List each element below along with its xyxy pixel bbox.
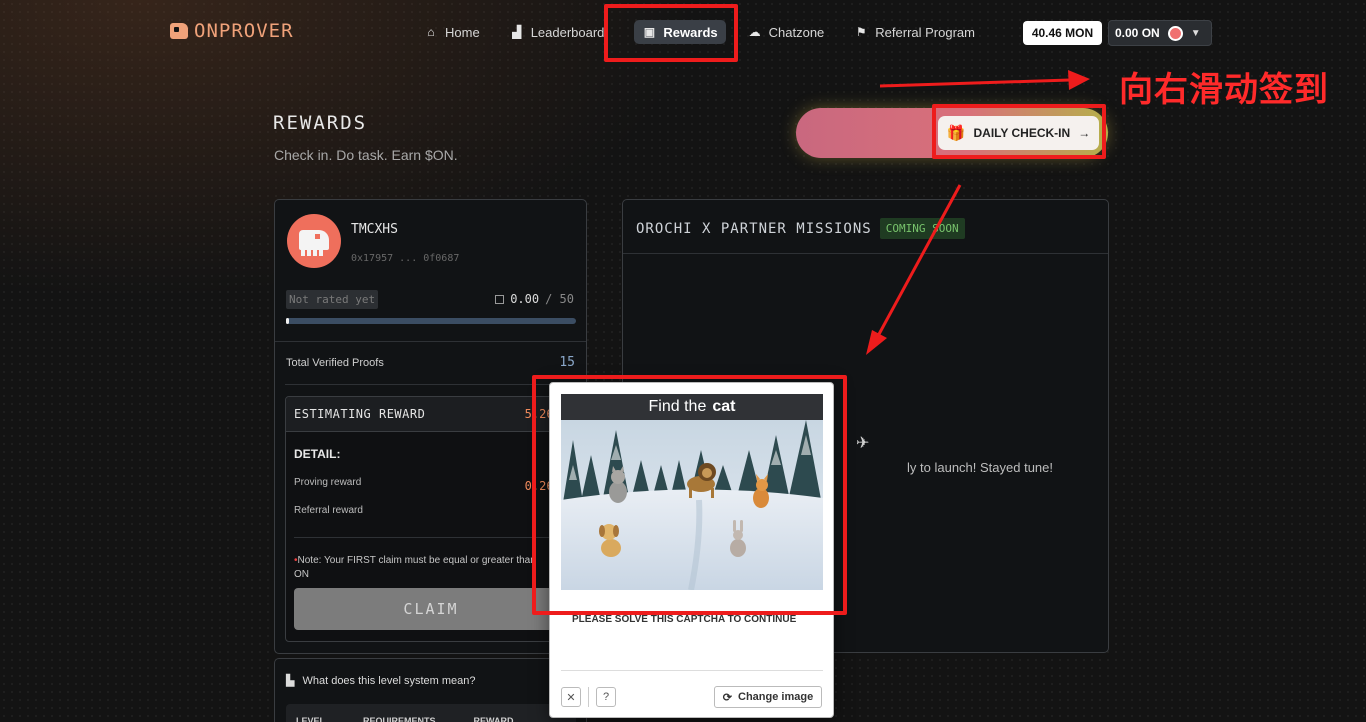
estimate-reward-panel: ESTIMATING REWARD 5.2678 DETAIL: Proving… — [285, 396, 577, 642]
detail-title: DETAIL: — [294, 447, 341, 461]
skull-eye — [315, 234, 320, 239]
drone-icon: ✈ — [856, 435, 870, 452]
divider — [588, 687, 589, 707]
flag-icon: ⚑ — [855, 25, 867, 39]
divider — [561, 670, 823, 671]
estimate-title: ESTIMATING REWARD — [294, 407, 426, 421]
help-button[interactable]: ? — [596, 687, 616, 707]
column-reward: REWARD — [473, 716, 514, 722]
top-nav: ⌂ Home ▟ Leaderboard ▣ Rewards ☁ Chatzon… — [424, 20, 1005, 44]
user-avatar — [287, 214, 341, 268]
level-question[interactable]: ▙ What does this level system mean? — [286, 674, 476, 688]
proving-reward-label: Proving reward — [294, 477, 362, 488]
progress-value: 0.00 — [510, 292, 540, 306]
nav-rewards[interactable]: ▣ Rewards — [634, 20, 726, 44]
divider — [275, 341, 586, 342]
column-requirements: REQUIREMENTS — [363, 716, 436, 722]
note-text: Note: Your FIRST claim must be equal or … — [297, 555, 536, 566]
nav-home-label: Home — [445, 24, 480, 40]
captcha-target: cat — [712, 398, 736, 415]
nav-home[interactable]: ⌂ Home — [424, 20, 480, 44]
level-table-header: LEVEL REQUIREMENTS REWARD — [286, 704, 576, 722]
nav-leaderboard-label: Leaderboard — [530, 24, 605, 40]
logo-text: ONPROVER — [194, 20, 294, 42]
divider — [285, 384, 577, 385]
wallet-menu[interactable]: 0.00 ON ▼ — [1108, 20, 1212, 46]
chat-icon: ☁ — [748, 25, 761, 39]
change-image-label: Change image — [738, 691, 814, 703]
note-suffix: ON — [294, 569, 309, 580]
on-balance: 0.00 ON — [1115, 26, 1160, 40]
captcha-prompt: Find the cat — [561, 394, 823, 420]
arrow-right-icon: → — [1078, 126, 1091, 140]
estimate-header: ESTIMATING REWARD 5.2678 — [286, 397, 576, 432]
level-system-card: ▙ What does this level system mean? LEVE… — [274, 658, 587, 722]
divider — [294, 537, 570, 538]
claim-note: •Note: Your FIRST claim must be equal or… — [294, 554, 564, 582]
mon-balance[interactable]: 40.46 MON — [1023, 21, 1102, 45]
ticket-icon: ▣ — [643, 25, 656, 39]
nav-referral-label: Referral Program — [875, 24, 975, 40]
wallet-avatar — [1167, 25, 1183, 41]
username: TMCXHS — [351, 222, 398, 237]
refresh-icon: ⟳ — [722, 691, 733, 704]
progress-bar — [286, 318, 576, 324]
progress-fill — [286, 318, 289, 324]
logo[interactable]: ONPROVER — [170, 20, 294, 42]
skull-teeth — [301, 250, 325, 256]
nav-referral[interactable]: ⚑ Referral Program — [854, 20, 975, 44]
gift-icon: 🎁 — [946, 125, 966, 142]
wallet-address[interactable]: 0x17957 ... 0f0687 — [351, 253, 459, 264]
progress-readout: 0.00 / 50 — [495, 292, 574, 306]
captcha-status: PLEASE SOLVE THIS CAPTCHA TO CONTINUE — [572, 614, 797, 625]
captcha-prompt-text: Find the — [648, 398, 707, 415]
rating-badge: Not rated yet — [286, 290, 379, 309]
change-image-button[interactable]: ⟳ Change image — [714, 686, 822, 708]
referral-reward-label: Referral reward — [294, 505, 363, 516]
captcha-image[interactable] — [561, 420, 823, 590]
nav-chatzone[interactable]: ☁ Chatzone — [748, 20, 825, 44]
claim-button[interactable]: CLAIM — [294, 588, 568, 630]
nav-chatzone-label: Chatzone — [768, 24, 825, 40]
column-level: LEVEL — [296, 716, 326, 722]
captcha-dialog: Find the cat PLEASE SOLVE THIS CAPTCHA T… — [549, 382, 834, 718]
podium-icon: ▟ — [512, 25, 522, 39]
info-icon — [495, 294, 505, 304]
close-button[interactable]: ✕ — [561, 687, 581, 707]
snow-scene-image — [561, 420, 823, 590]
daily-checkin-label: DAILY CHECK-IN — [973, 126, 1071, 140]
missions-title: OROCHI X PARTNER MISSIONS COMING SOON — [636, 218, 965, 239]
page-subtitle: Check in. Do task. Earn $ON. — [274, 147, 458, 163]
nav-rewards-label: Rewards — [663, 24, 718, 40]
coming-soon-badge: COMING SOON — [879, 218, 965, 239]
logo-icon — [170, 23, 188, 39]
divider — [623, 253, 1108, 254]
proofs-label: Total Verified Proofs — [286, 357, 384, 369]
home-icon: ⌂ — [427, 25, 435, 39]
proofs-value: 15 — [559, 355, 575, 370]
nav-leaderboard[interactable]: ▟ Leaderboard — [510, 20, 605, 44]
page-title: REWARDS — [273, 112, 368, 134]
level-question-text: What does this level system mean? — [302, 674, 476, 687]
progress-max: / 50 — [545, 292, 574, 306]
missions-title-text: OROCHI X PARTNER MISSIONS — [636, 220, 872, 237]
building-icon: ▙ — [286, 675, 295, 687]
chevron-down-icon: ▼ — [1190, 27, 1201, 39]
annotation-text: 向右滑动签到 — [1119, 70, 1329, 110]
dino-skull-icon — [299, 230, 329, 250]
profile-card: TMCXHS 0x17957 ... 0f0687 Not rated yet … — [274, 199, 587, 654]
daily-checkin-button[interactable]: 🎁 DAILY CHECK-IN → — [938, 116, 1099, 150]
